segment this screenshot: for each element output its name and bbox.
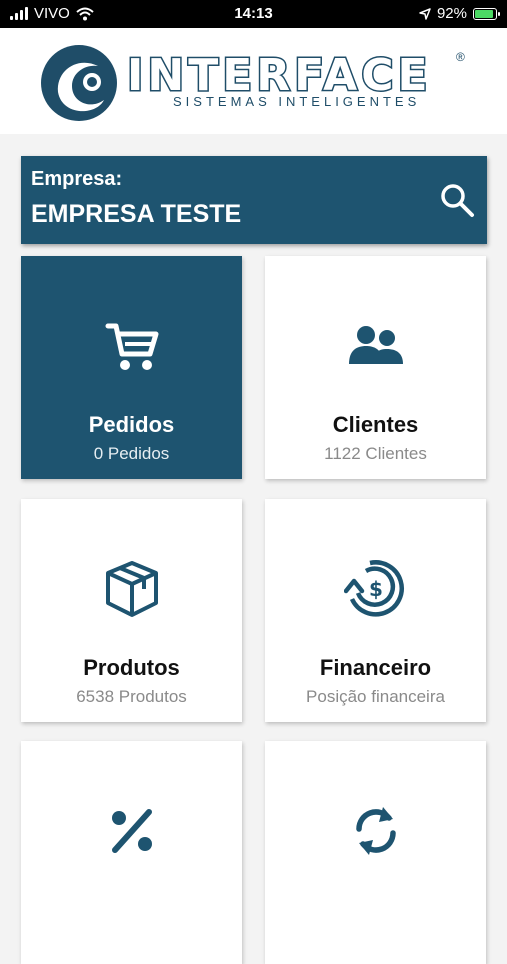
card-subtitle: Posição financeira xyxy=(306,687,445,706)
company-selector[interactable]: Empresa: EMPRESA TESTE xyxy=(21,156,487,244)
cart-icon xyxy=(105,323,158,370)
box-icon xyxy=(105,561,158,617)
app-header: INTERFACE ® SISTEMAS INTELIGENTES xyxy=(0,28,507,134)
company-value: EMPRESA TESTE xyxy=(31,200,242,228)
money-icon: $ xyxy=(343,560,404,617)
card-subtitle: 0 Pedidos xyxy=(93,444,170,463)
registered-mark: ® xyxy=(456,50,465,64)
card-title: Clientes xyxy=(332,412,419,437)
brand-tagline: SISTEMAS INTELIGENTES xyxy=(173,94,421,109)
card-clientes[interactable]: Clientes 1122 Clientes xyxy=(265,256,486,479)
svg-text:$: $ xyxy=(369,577,383,601)
battery-percent: 92% xyxy=(436,5,467,22)
card-title: Financeiro xyxy=(319,655,432,680)
card-title: Produtos xyxy=(83,655,180,680)
card-subtitle: 1122 Clientes xyxy=(324,444,427,463)
brand-logo-icon xyxy=(41,45,117,121)
card-descontos[interactable] xyxy=(21,741,242,964)
card-financeiro[interactable]: $ Financeiro Posição financeira xyxy=(265,499,486,722)
status-bar: VIVO 14:13 92% xyxy=(0,0,507,28)
sync-icon xyxy=(355,807,396,855)
search-icon[interactable] xyxy=(439,182,475,218)
card-pedidos[interactable]: Pedidos 0 Pedidos xyxy=(21,256,242,479)
company-label: Empresa: xyxy=(31,168,123,190)
card-title: Pedidos xyxy=(88,412,175,437)
card-produtos[interactable]: Produtos 6538 Produtos xyxy=(21,499,242,722)
status-right: 92% xyxy=(419,5,500,22)
card-subtitle: 6538 Produtos xyxy=(76,687,187,706)
users-icon xyxy=(348,326,403,364)
battery-icon xyxy=(473,7,500,20)
card-sincronizar[interactable] xyxy=(265,741,486,964)
percent-icon xyxy=(111,809,152,853)
location-icon xyxy=(419,7,431,20)
